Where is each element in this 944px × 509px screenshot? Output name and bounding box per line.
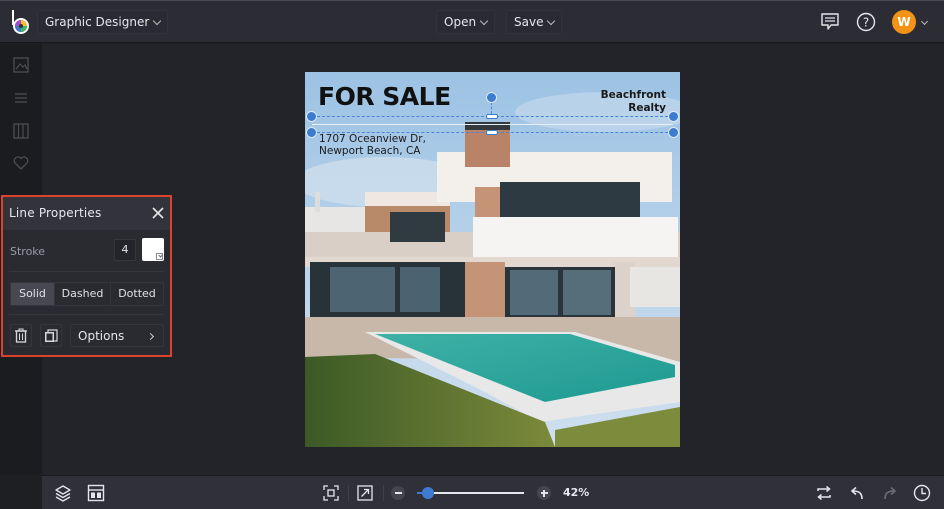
befunky-logo-icon[interactable]: [9, 9, 33, 35]
undo-icon[interactable]: [847, 483, 867, 503]
app-menu-label: Graphic Designer: [45, 15, 150, 29]
style-solid-button[interactable]: Solid: [11, 283, 55, 305]
chevron-down-icon: [479, 16, 489, 25]
zoom-out-button[interactable]: [391, 486, 405, 500]
app-menu-dropdown[interactable]: Graphic Designer: [37, 10, 169, 34]
stroke-color-picker[interactable]: [142, 238, 164, 261]
history-icon[interactable]: [912, 483, 932, 503]
line-properties-panel: Line Properties Stroke 4 Solid Dashed Do…: [1, 195, 172, 357]
address-line-2: Newport Beach, CA: [319, 145, 421, 157]
house-photo: [305, 72, 680, 447]
divider: [383, 485, 384, 501]
image-icon[interactable]: [12, 56, 30, 74]
close-icon[interactable]: [151, 206, 165, 220]
bottom-toolbar: 42%: [42, 475, 944, 509]
background-pattern-icon[interactable]: [12, 122, 30, 140]
resize-handle-top-right[interactable]: [668, 111, 679, 122]
trash-icon: [15, 328, 27, 343]
user-avatar[interactable]: W: [892, 10, 916, 34]
duplicate-icon: [45, 328, 58, 342]
save-label: Save: [514, 15, 544, 29]
zoom-percent: 42%: [563, 486, 590, 499]
resize-handle-top-middle[interactable]: [486, 114, 498, 119]
stroke-label: Stroke: [10, 245, 46, 258]
divider: [9, 314, 164, 315]
resize-handle-bottom-right[interactable]: [668, 127, 679, 138]
resize-handle-bottom-left[interactable]: [306, 127, 317, 138]
selected-line-element[interactable]: [312, 124, 673, 125]
design-canvas[interactable]: FOR SALE Beachfront Realty 1707 Oceanvie…: [305, 72, 680, 447]
open-label: Open: [444, 15, 477, 29]
top-bar: Graphic Designer Open Save ? W: [0, 0, 944, 43]
resize-handle-bottom-middle[interactable]: [486, 130, 498, 135]
zoom-in-button[interactable]: [537, 486, 551, 500]
zoom-slider[interactable]: [417, 487, 524, 499]
save-menu-button[interactable]: Save: [506, 10, 563, 34]
options-button[interactable]: Options: [70, 324, 164, 347]
duplicate-button[interactable]: [40, 324, 62, 347]
help-icon[interactable]: ?: [856, 12, 876, 32]
layers-icon[interactable]: [53, 483, 73, 503]
chevron-down-icon[interactable]: [920, 17, 929, 26]
options-label: Options: [78, 329, 125, 343]
style-dotted-button[interactable]: Dotted: [111, 283, 163, 305]
poster-address[interactable]: 1707 Oceanview Dr, Newport Beach, CA: [319, 133, 426, 157]
delete-button[interactable]: [10, 324, 32, 347]
poster-brand[interactable]: Beachfront Realty: [601, 89, 666, 115]
layout-icon[interactable]: [86, 483, 106, 503]
chevron-right-icon: [146, 332, 155, 341]
swap-icon[interactable]: [814, 483, 834, 503]
brand-line-2: Realty: [628, 102, 666, 114]
zoom-slider-thumb[interactable]: [422, 487, 434, 499]
heart-icon[interactable]: [12, 154, 30, 172]
line-style-selector: Solid Dashed Dotted: [10, 282, 164, 306]
open-menu-button[interactable]: Open: [436, 10, 496, 34]
rotate-handle[interactable]: [486, 92, 497, 103]
style-dashed-button[interactable]: Dashed: [55, 283, 111, 305]
rotate-connector: [491, 102, 492, 114]
svg-text:?: ?: [863, 16, 869, 30]
panel-header: Line Properties: [3, 197, 170, 230]
brand-line-1: Beachfront: [600, 89, 666, 101]
chevron-down-icon: [547, 16, 556, 25]
fit-to-screen-icon[interactable]: [321, 483, 341, 503]
panel-title: Line Properties: [9, 206, 102, 220]
poster-title[interactable]: FOR SALE: [318, 82, 451, 111]
redo-icon[interactable]: [880, 483, 900, 503]
divider: [9, 271, 164, 272]
stroke-width-input[interactable]: 4: [114, 239, 136, 261]
address-line-1: 1707 Oceanview Dr,: [319, 133, 426, 145]
actual-size-icon[interactable]: [355, 483, 375, 503]
comments-icon[interactable]: [820, 12, 840, 31]
app-root: Graphic Designer Open Save ? W FOR SALE …: [0, 0, 944, 509]
chevron-down-icon: [153, 16, 162, 25]
text-icon[interactable]: [12, 89, 30, 107]
chevron-down-icon: [156, 253, 163, 260]
divider: [348, 485, 349, 501]
resize-handle-top-left[interactable]: [306, 111, 317, 122]
